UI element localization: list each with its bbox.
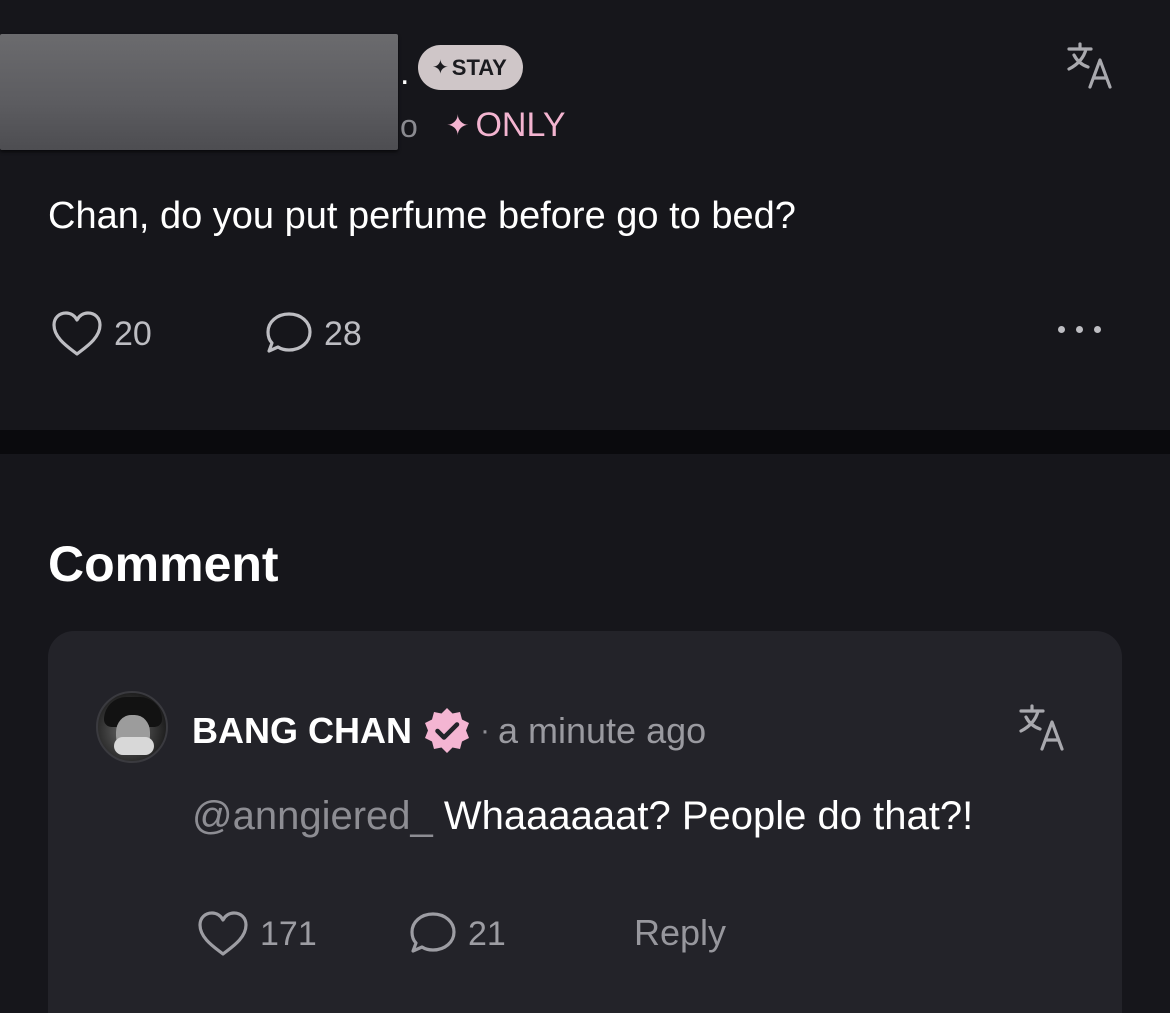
comment-replies-button[interactable]: 21 <box>408 910 506 958</box>
app-screen: . ✦ STAY o ✦ ONLY Chan, do you put perfu… <box>0 0 1170 1013</box>
more-options-button[interactable] <box>1058 326 1101 333</box>
comment-reply-count: 21 <box>468 914 506 953</box>
post-meta-tail: o <box>400 108 418 144</box>
heart-outline-icon <box>198 911 248 956</box>
only-label: ONLY <box>475 106 566 144</box>
avatar[interactable] <box>96 691 168 763</box>
membership-badge: ✦ STAY <box>418 45 523 90</box>
like-count: 20 <box>114 314 152 353</box>
translate-icon[interactable] <box>1018 702 1070 752</box>
dot <box>1076 326 1083 333</box>
commenter-name[interactable]: BANG CHAN <box>192 710 412 752</box>
comment-text: Whaaaaaat? People do that?! <box>432 794 974 838</box>
post-text: Chan, do you put perfume before go to be… <box>48 195 796 237</box>
comment-header: BANG CHAN · a minute ago <box>192 706 706 756</box>
sparkle-icon: ✦ <box>446 110 470 141</box>
membership-badge-label: STAY <box>451 54 507 80</box>
translate-icon[interactable] <box>1066 40 1118 90</box>
sparkle-icon: ✦ <box>432 57 449 79</box>
comment-like-button[interactable]: 171 <box>196 910 317 958</box>
comment-count: 28 <box>324 314 362 353</box>
avatar-hand <box>114 737 154 755</box>
like-button[interactable]: 20 <box>50 310 152 358</box>
comment-like-count: 171 <box>260 914 317 953</box>
meta-separator: · <box>480 714 490 747</box>
post: . ✦ STAY o ✦ ONLY Chan, do you put perfu… <box>0 0 1170 430</box>
comment-body: @anngiered_ Whaaaaaat? People do that?! <box>192 794 973 839</box>
dot <box>1094 326 1101 333</box>
dot <box>1058 326 1065 333</box>
speech-bubble-icon <box>266 312 312 353</box>
verified-badge-icon <box>425 708 469 753</box>
redacted-author-block <box>0 34 398 150</box>
only-tag: ✦ ONLY <box>446 106 566 145</box>
heart-outline-icon <box>52 311 102 356</box>
comments-title: Comment <box>48 536 279 592</box>
author-name-tail: . <box>400 54 410 92</box>
comment-button[interactable]: 28 <box>264 310 362 358</box>
comment-time: a minute ago <box>498 710 707 751</box>
reply-button[interactable]: Reply <box>634 912 726 954</box>
section-divider <box>0 430 1170 454</box>
mention-link[interactable]: @anngiered_ <box>192 794 433 838</box>
speech-bubble-icon <box>410 912 456 953</box>
